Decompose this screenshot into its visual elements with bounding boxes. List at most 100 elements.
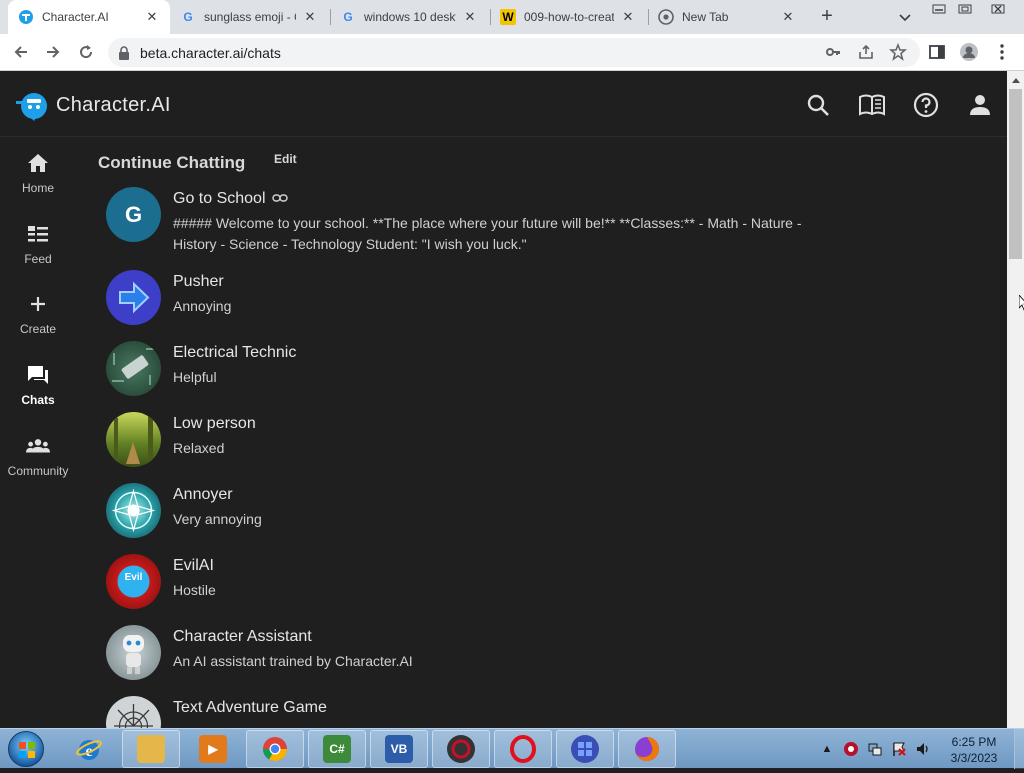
minimize-button[interactable] (926, 0, 952, 18)
show-desktop-button[interactable] (1014, 729, 1024, 769)
site-header: Character.AI (0, 71, 1007, 137)
close-icon[interactable]: ✕ (620, 9, 636, 25)
home-icon (26, 151, 50, 175)
book-icon[interactable] (858, 91, 886, 119)
close-icon[interactable]: ✕ (462, 9, 478, 25)
security-icon[interactable] (842, 740, 860, 758)
reload-button[interactable] (74, 40, 98, 64)
red-app-icon (447, 735, 475, 763)
browser-toolbar: beta.character.ai/chats (0, 34, 1024, 71)
share-icon[interactable] (855, 41, 877, 63)
kebab-menu-icon[interactable] (991, 41, 1013, 63)
tab-windows-10[interactable]: G windows 10 deskt ✕ (330, 0, 488, 34)
character-ai-favicon (18, 9, 34, 25)
sidebar-item-community[interactable]: Community (0, 434, 76, 494)
taskbar-vb[interactable]: VB (370, 730, 428, 768)
key-icon[interactable] (822, 41, 844, 63)
tab-title: 009-how-to-creat (524, 10, 614, 24)
google-favicon: G (343, 10, 353, 24)
taskbar-chrome[interactable] (246, 730, 304, 768)
account-icon[interactable] (966, 91, 994, 119)
profile-icon[interactable] (958, 41, 980, 63)
firefox-icon (633, 735, 661, 763)
chat-item[interactable]: Low person Relaxed (106, 412, 866, 467)
sidebar-item-home[interactable]: Home (0, 151, 76, 211)
chat-item[interactable]: Electrical Technic Helpful (106, 341, 866, 396)
close-icon[interactable]: ✕ (780, 9, 796, 25)
close-icon[interactable]: ✕ (144, 9, 160, 25)
arrow-right-icon (119, 281, 150, 314)
chevron-up-icon[interactable]: ▲ (818, 740, 836, 758)
side-panel-icon[interactable] (926, 41, 948, 63)
sidebar-item-label: Community (7, 464, 69, 478)
internet-explorer-icon: e (75, 735, 103, 763)
help-icon[interactable] (912, 91, 940, 119)
taskbar-clock[interactable]: 6:25 PM 3/3/2023 (936, 734, 1012, 766)
clock-date: 3/3/2023 (950, 751, 998, 765)
chat-name: Character Assistant (173, 628, 312, 645)
taskbar-opera[interactable] (494, 730, 552, 768)
tab-new-tab[interactable]: New Tab ✕ (648, 0, 806, 34)
chat-item[interactable]: Annoyer Very annoying (106, 483, 866, 538)
taskbar-ie[interactable]: e (60, 730, 118, 768)
restore-button[interactable] (952, 0, 978, 18)
mandala-icon (111, 488, 156, 533)
chat-item[interactable]: Character Assistant An AI assistant trai… (106, 625, 866, 680)
chat-item[interactable]: Text Adventure Game (106, 696, 866, 728)
feed-icon (26, 222, 50, 246)
address-bar[interactable]: beta.character.ai/chats (108, 38, 920, 67)
scrollbar-thumb[interactable] (1009, 89, 1022, 259)
chat-item[interactable]: G Go to School ##### Welcome to your sch… (106, 187, 866, 255)
avatar-text: Evil (124, 572, 143, 583)
w-favicon: W (500, 9, 516, 25)
taskbar-csharp[interactable]: C# (308, 730, 366, 768)
forest-icon (114, 416, 153, 464)
taskbar-firefox[interactable] (618, 730, 676, 768)
system-tray: ▲ (818, 729, 938, 769)
taskbar-app-red[interactable] (432, 730, 490, 768)
lock-icon (118, 45, 132, 60)
chevron-down-icon[interactable] (896, 8, 914, 26)
search-icon[interactable] (804, 91, 832, 119)
back-button[interactable] (9, 40, 33, 64)
forward-button[interactable] (41, 40, 65, 64)
avatar (106, 341, 161, 396)
vb-icon: VB (385, 735, 413, 763)
sidebar-item-feed[interactable]: Feed (0, 222, 76, 282)
chrome-favicon (658, 9, 674, 25)
tab-character-ai[interactable]: Character.AI ✕ (8, 0, 170, 34)
avatar (106, 483, 161, 538)
scroll-up-arrow-icon[interactable] (1007, 71, 1024, 88)
link-icon[interactable] (271, 190, 288, 208)
chat-description: ##### Welcome to your school. **The plac… (173, 215, 802, 252)
sidebar-item-create[interactable]: Create (0, 292, 76, 352)
chrome-icon (261, 735, 289, 763)
windows-taskbar: e ▶ C# VB ▲ 6:25 PM 3/3/2023 (0, 728, 1024, 769)
volume-icon[interactable] (914, 740, 932, 758)
chat-name: EvilAI (173, 557, 214, 574)
chat-item[interactable]: Pusher Annoying (106, 270, 866, 325)
site-logo[interactable]: Character.AI (14, 87, 171, 123)
taskbar-media[interactable]: ▶ (184, 730, 242, 768)
page-scrollbar[interactable] (1007, 71, 1024, 728)
close-icon[interactable]: ✕ (302, 9, 318, 25)
google-favicon: G (183, 10, 193, 24)
chat-description: Helpful (173, 369, 217, 385)
edit-button[interactable]: Edit (274, 152, 297, 166)
tab-how-to-create[interactable]: W 009-how-to-creat ✕ (490, 0, 646, 34)
close-window-button[interactable] (984, 0, 1012, 18)
chat-item[interactable]: Evil EvilAI Hostile (106, 554, 866, 609)
web-icon (114, 704, 153, 728)
mouse-cursor-icon (1019, 295, 1024, 311)
tab-sunglass-emoji[interactable]: G sunglass emoji - G ✕ (170, 0, 328, 34)
bookmark-star-icon[interactable] (887, 41, 909, 63)
tab-title: windows 10 deskt (364, 10, 456, 24)
sidebar-item-chats[interactable]: Chats (0, 363, 76, 423)
start-button[interactable] (8, 731, 44, 767)
network-icon[interactable] (866, 740, 884, 758)
action-center-flag-icon[interactable] (890, 740, 908, 758)
taskbar-explorer[interactable] (122, 730, 180, 768)
new-tab-button[interactable]: + (816, 5, 838, 27)
taskbar-app-blue[interactable] (556, 730, 614, 768)
sidebar-nav: Home Feed Create Chats Community (0, 137, 76, 728)
